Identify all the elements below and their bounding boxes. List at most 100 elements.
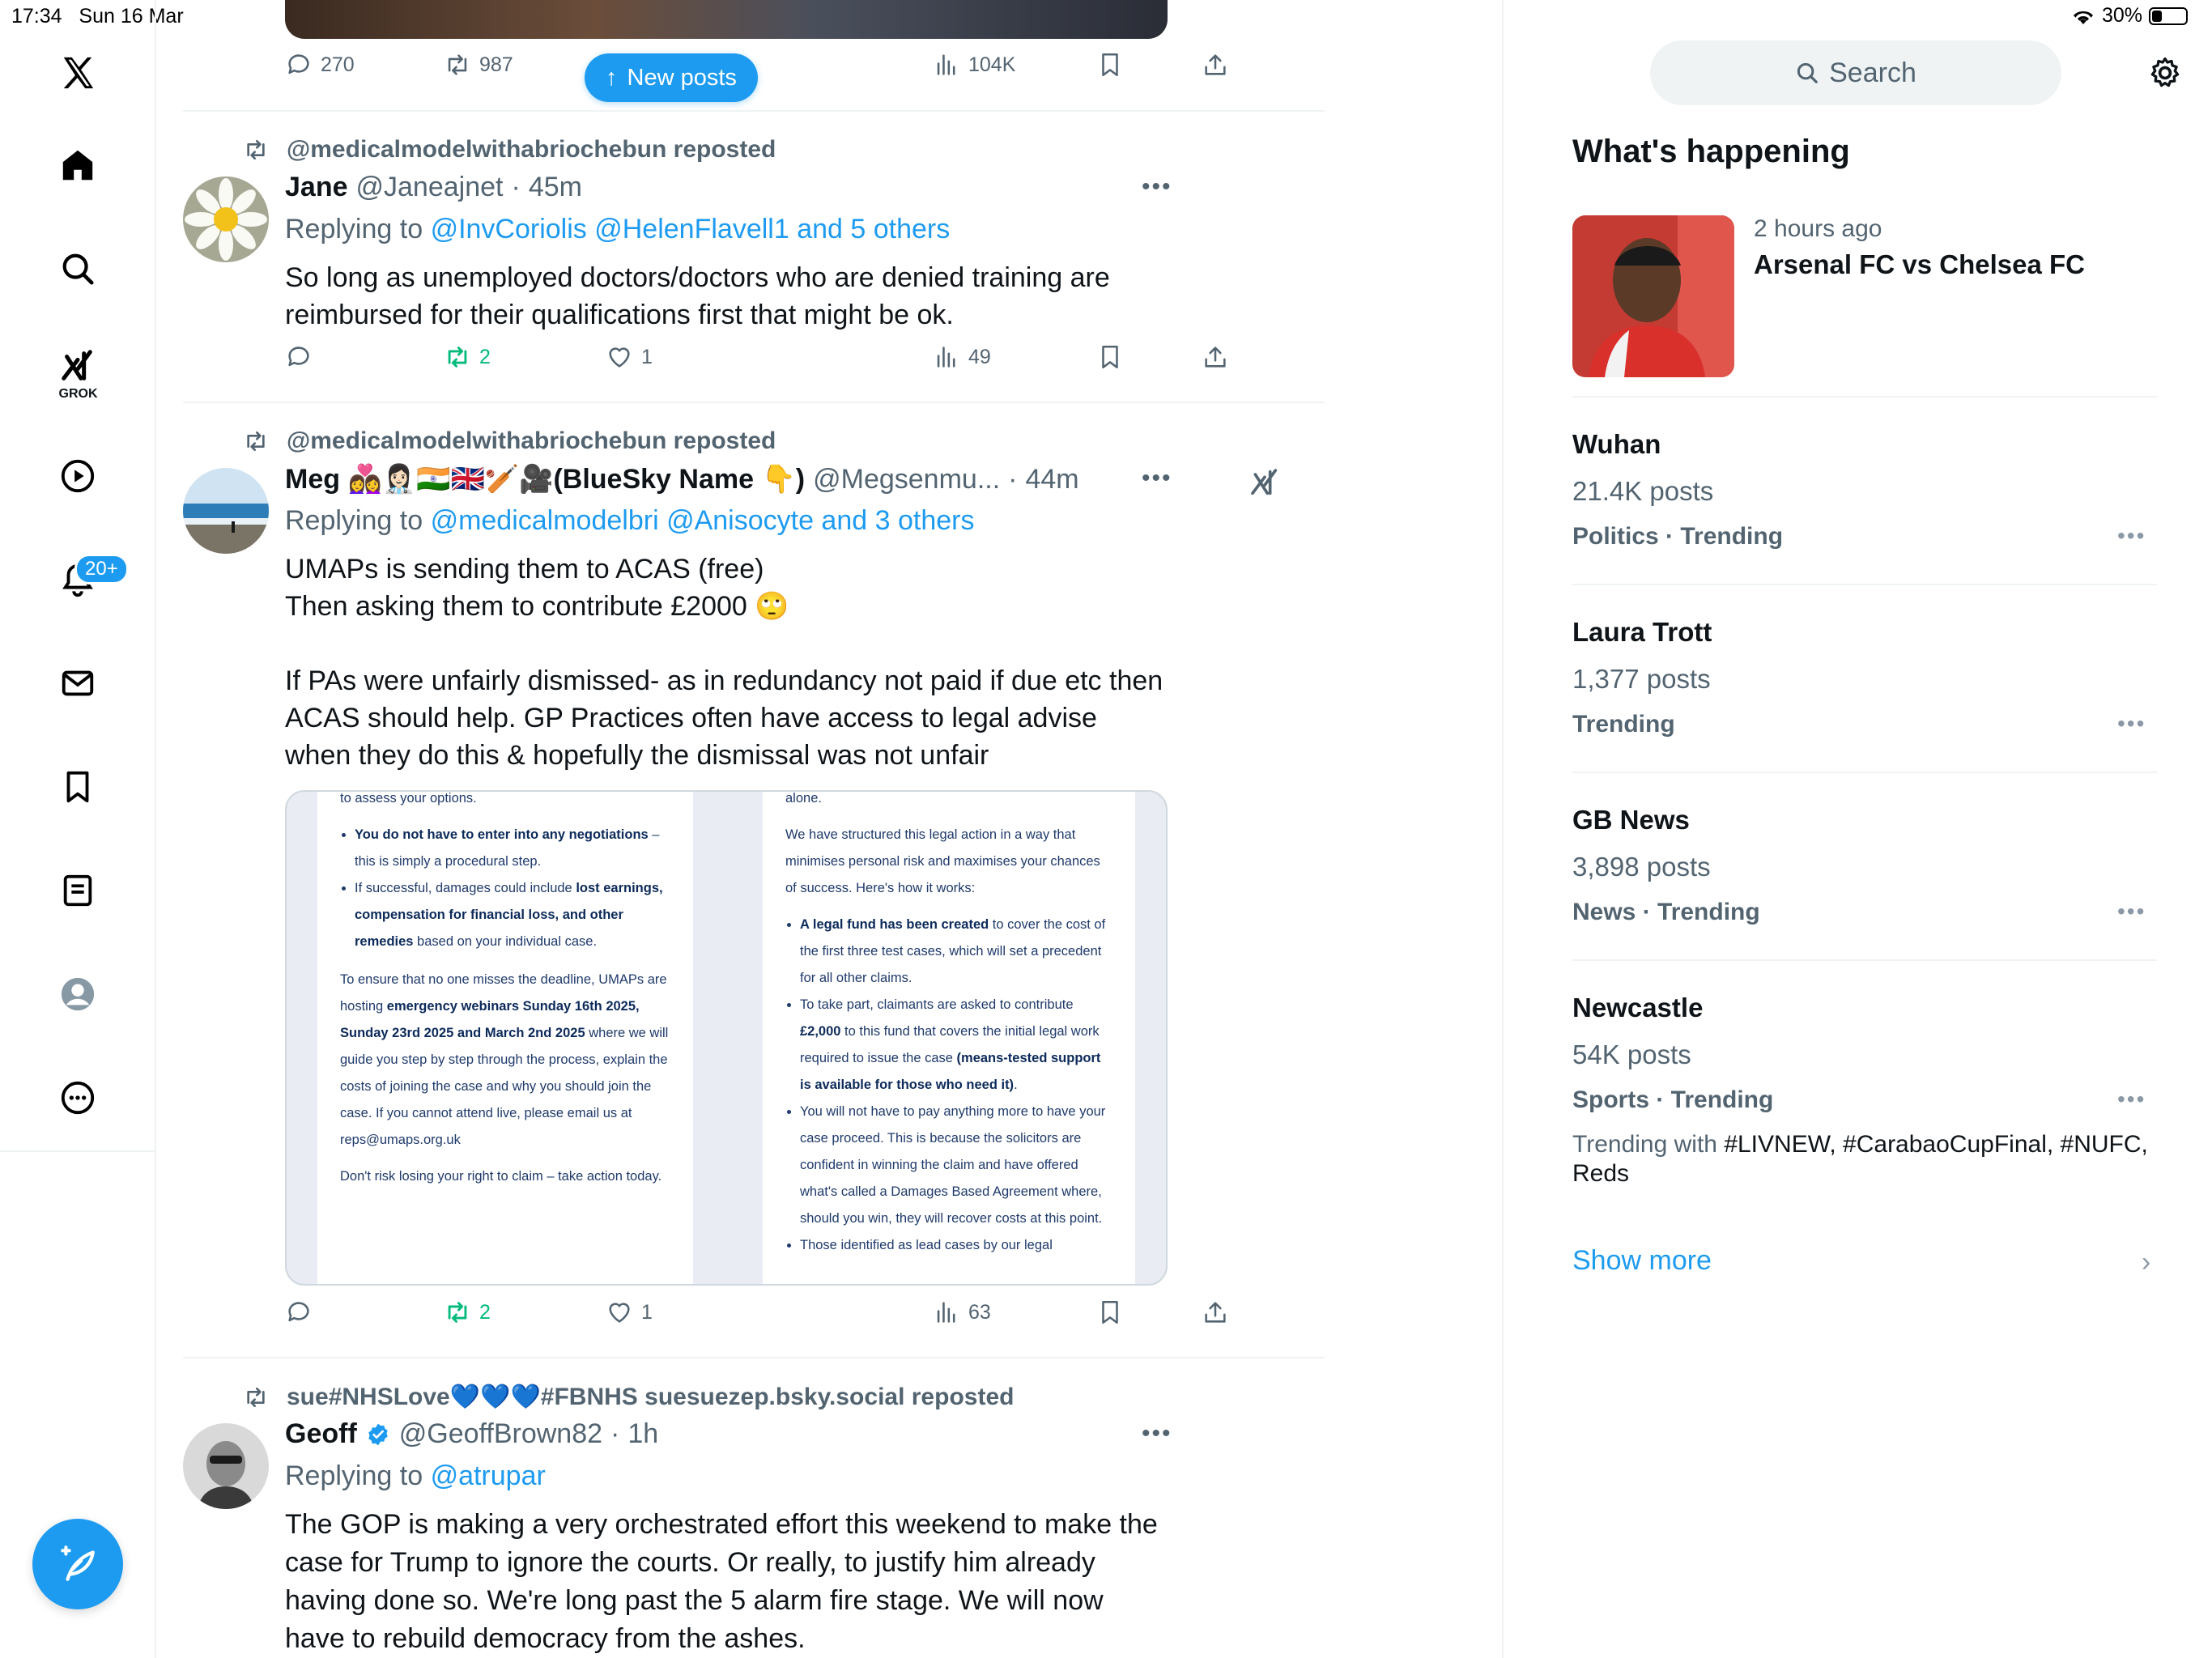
feather-plus-icon — [61, 1545, 95, 1581]
doc-line: to assess your options. — [340, 791, 477, 806]
featured-trend-time: 2 hours ago — [1754, 215, 1882, 242]
like-button[interactable]: 1 — [606, 1299, 653, 1326]
views-bars-icon — [937, 54, 955, 75]
notification-badge: 20+ — [74, 554, 129, 585]
post-time[interactable]: 45m — [529, 172, 582, 203]
left-nav: GROK 20+ — [0, 0, 156, 1658]
wifi-icon — [2073, 11, 2093, 24]
trend-more-icon[interactable]: ••• — [2117, 899, 2146, 925]
replying-to-link[interactable]: @medicalmodelbri @Anisocyte and 3 others — [431, 505, 975, 536]
post-header: Jane @Janeajnet · 45m — [285, 172, 582, 203]
author-name[interactable]: Geoff — [285, 1418, 357, 1450]
search-icon[interactable] — [39, 230, 117, 308]
bookmark-button[interactable] — [1096, 1299, 1124, 1326]
lists-icon[interactable] — [39, 852, 117, 929]
home-icon[interactable] — [39, 126, 117, 204]
post-divider — [183, 1357, 1325, 1358]
author-handle[interactable]: @GeoffBrown82 — [399, 1418, 602, 1450]
reposted-by-line[interactable]: sue#NHSLove💙💙💙#FBNHS suesuezep.bsky.soci… — [243, 1383, 1014, 1411]
post-time[interactable]: 44m — [1025, 464, 1078, 495]
search-placeholder: Search — [1829, 57, 1916, 88]
compose-post-button[interactable] — [32, 1519, 123, 1609]
views-button[interactable]: 104K — [933, 51, 1015, 79]
author-handle[interactable]: @Megsenmu... — [813, 464, 1000, 495]
grok-label: GROK — [58, 387, 98, 401]
post-time[interactable]: 1h — [627, 1418, 658, 1450]
verified-badge-icon — [368, 1423, 388, 1445]
trending-with-tags[interactable]: #LIVNEW, #CarabaoCupFinal, #NUFC, — [1724, 1131, 2148, 1158]
doc-bullet-list: A legal fund has been created to cover t… — [785, 912, 1112, 1259]
new-posts-button[interactable]: ↑ New posts — [585, 53, 758, 102]
separator-dot: · — [1008, 463, 1018, 495]
avatar[interactable] — [183, 176, 269, 262]
trend-post-count: 54K posts — [1572, 1039, 1691, 1069]
trend-more-icon[interactable]: ••• — [2117, 1086, 2146, 1112]
trend-name[interactable]: Newcastle — [1572, 993, 1703, 1023]
post-more-icon[interactable]: ••• — [1142, 1420, 1172, 1448]
trend-more-icon[interactable]: ••• — [2117, 711, 2146, 737]
trend-name[interactable]: GB News — [1572, 805, 1690, 835]
featured-trend-headline[interactable]: Arsenal FC vs Chelsea FC — [1754, 249, 2085, 280]
separator-dot: · — [610, 1418, 620, 1449]
battery-icon — [2149, 6, 2188, 25]
repost-button[interactable]: 987 — [444, 51, 513, 79]
views-button[interactable]: 49 — [933, 343, 991, 371]
profile-avatar-icon[interactable] — [39, 955, 117, 1033]
replying-to-link[interactable]: @atrupar — [431, 1460, 546, 1491]
share-button[interactable] — [1202, 343, 1229, 371]
like-button[interactable]: 1 — [606, 343, 653, 371]
video-play-icon[interactable] — [39, 437, 117, 515]
trending-with: Trending with #LIVNEW, #CarabaoCupFinal,… — [1572, 1131, 2148, 1187]
post-more-icon[interactable]: ••• — [1142, 465, 1172, 492]
trend-post-count: 21.4K posts — [1572, 476, 1714, 506]
author-name[interactable]: Jane — [285, 172, 348, 203]
trend-name[interactable]: Wuhan — [1572, 429, 1661, 460]
trend-name[interactable]: Laura Trott — [1572, 617, 1712, 648]
nav-divider — [0, 1150, 156, 1152]
trend-more-icon[interactable]: ••• — [2117, 523, 2146, 549]
avatar[interactable] — [183, 468, 269, 554]
views-button[interactable]: 63 — [933, 1299, 991, 1326]
avatar[interactable] — [183, 1423, 269, 1509]
repost-button[interactable]: 2 — [444, 1299, 491, 1326]
document-page-right: alone. We have structured this legal act… — [763, 792, 1135, 1284]
man-avatar-image — [183, 1423, 269, 1509]
messages-envelope-icon[interactable] — [39, 644, 117, 722]
repost-count: 987 — [479, 53, 513, 76]
post-more-icon[interactable]: ••• — [1142, 173, 1172, 201]
author-handle[interactable]: @Janeajnet — [356, 172, 504, 203]
post-divider — [183, 402, 1325, 403]
reposted-by-line[interactable]: @medicalmodelwithabriochebun reposted — [243, 136, 776, 164]
repost-button[interactable]: 2 — [444, 343, 491, 371]
show-more-link[interactable]: Show more — [1572, 1245, 1712, 1277]
post-header: Geoff @GeoffBrown82 · 1h — [285, 1418, 658, 1450]
bookmark-button[interactable] — [1096, 343, 1124, 371]
share-button[interactable] — [1202, 1299, 1229, 1326]
post-media-image[interactable]: to assess your options. You do not have … — [285, 790, 1168, 1286]
bookmarks-icon[interactable] — [39, 748, 117, 826]
grok-explain-icon[interactable] — [1249, 466, 1281, 499]
reply-button[interactable] — [285, 1299, 313, 1326]
trend-divider — [1572, 584, 2157, 585]
share-button[interactable] — [1202, 51, 1229, 79]
reposted-by-text: @medicalmodelwithabriochebun reposted — [287, 136, 776, 163]
featured-trend-image[interactable] — [1572, 215, 1734, 377]
reply-button[interactable] — [285, 343, 313, 371]
more-options-icon[interactable] — [39, 1059, 117, 1137]
heart-icon — [609, 1303, 630, 1323]
reply-button[interactable]: 270 — [285, 51, 355, 79]
replying-to-link[interactable]: @InvCoriolis @HelenFlavell1 and 5 others — [431, 214, 951, 244]
search-input[interactable]: Search — [1650, 40, 2061, 105]
bookmark-button[interactable] — [1096, 51, 1124, 79]
previous-post-media[interactable] — [285, 0, 1168, 39]
whats-happening-title: What's happening — [1572, 134, 1850, 169]
share-icon — [1205, 54, 1226, 75]
reposted-by-line[interactable]: @medicalmodelwithabriochebun reposted — [243, 427, 776, 455]
author-name[interactable]: Meg 👩‍❤️‍👩👩🏻‍⚕️🇮🇳🇬🇧🏏🎥(BlueSky Name 👇) — [285, 463, 805, 495]
repost-count: 2 — [479, 345, 491, 368]
trend-divider — [1572, 959, 2157, 961]
settings-gear-icon[interactable] — [2147, 55, 2183, 91]
document-page-left: to assess your options. You do not have … — [317, 791, 693, 1284]
x-logo-icon[interactable] — [39, 34, 117, 112]
doc-bullet-list: You do not have to enter into any negoti… — [340, 822, 670, 955]
